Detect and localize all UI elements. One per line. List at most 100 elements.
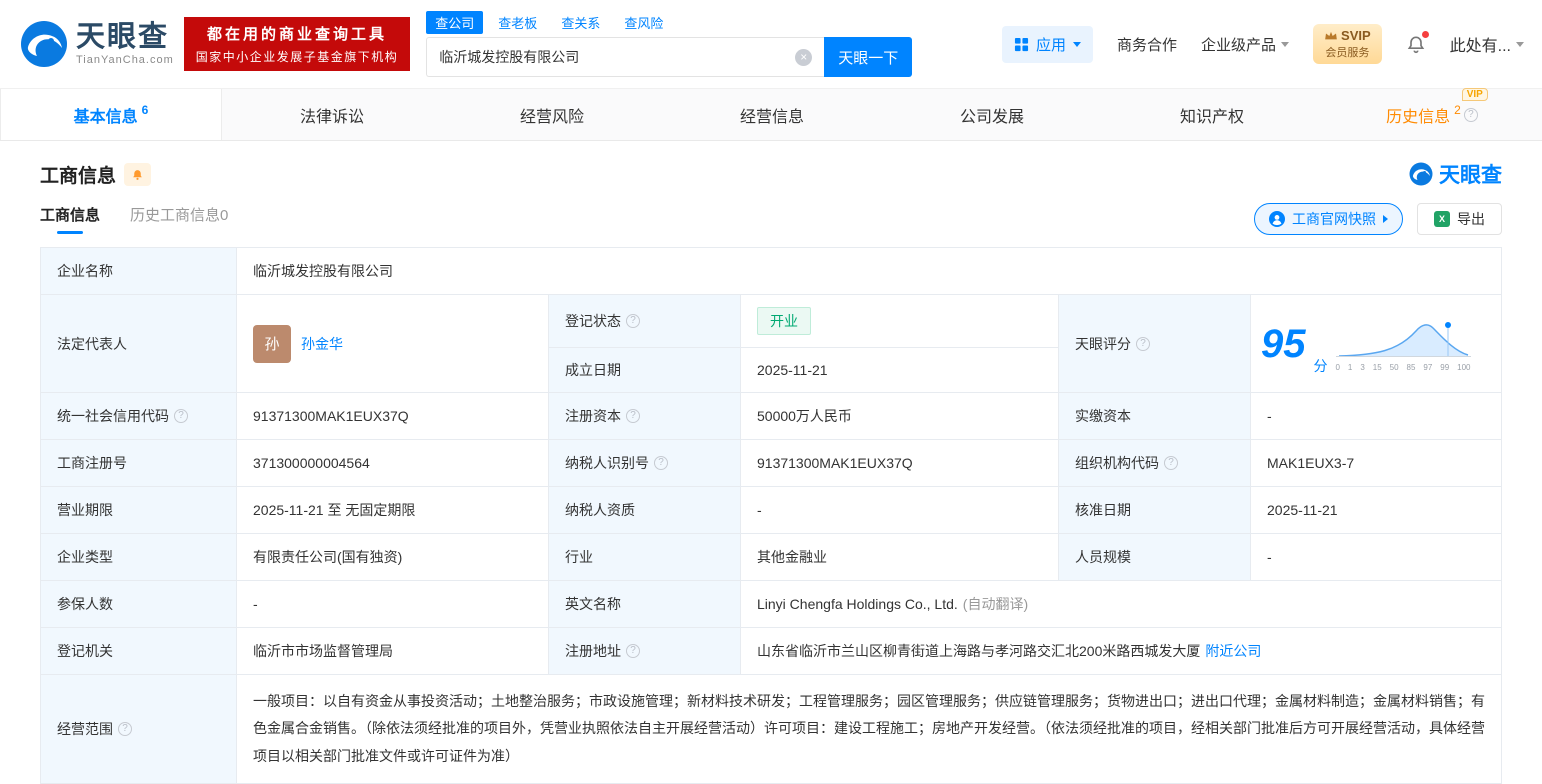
tab-history-info[interactable]: 历史信息 2 ? VIP <box>1322 87 1542 140</box>
tianyancha-logo-icon <box>1409 162 1433 186</box>
est-date-label: 成立日期 <box>549 348 741 392</box>
subtab-history-business-info[interactable]: 历史工商信息0 <box>130 204 228 234</box>
business-info-table: 企业名称 临沂城发控股有限公司 法定代表人 孙 孙金华 登记状态 ? 开业 成立… <box>40 247 1502 784</box>
table-row: 登记机关 临沂市市场监督管理局 注册地址 ? 山东省临沂市兰山区柳青街道上海路与… <box>41 628 1501 675</box>
tab-basic-info[interactable]: 基本信息 6 <box>0 89 222 140</box>
english-name-value: Linyi Chengfa Holdings Co., Ltd. (自动翻译) <box>741 581 1501 627</box>
search-tab-company[interactable]: 查公司 <box>426 11 484 34</box>
help-icon[interactable]: ? <box>626 314 640 328</box>
tianyancha-logo[interactable]: 天眼查 TianYanCha.com <box>20 20 174 68</box>
subtab-business-info[interactable]: 工商信息 <box>40 204 100 234</box>
table-row: 登记状态 ? 开业 <box>549 295 1058 348</box>
tab-label: 知识产权 <box>1179 108 1244 126</box>
reg-authority-label: 登记机关 <box>41 628 237 674</box>
taxpayer-qualification-value: - <box>741 487 1059 533</box>
brand-name: 天眼查 <box>76 21 170 53</box>
search-tab-relation[interactable]: 查关系 <box>552 11 609 34</box>
tab-label: 法律诉讼 <box>299 108 364 126</box>
notifications-bell[interactable] <box>1406 31 1429 54</box>
tab-label: 历史信息 <box>1386 108 1451 126</box>
legal-rep-value: 孙 孙金华 <box>237 295 549 392</box>
watermark-logo: 天眼查 <box>1409 159 1502 189</box>
tab-label: 经营风险 <box>519 108 584 126</box>
company-type-label: 企业类型 <box>41 534 237 580</box>
table-row: 企业类型 有限责任公司(国有独资) 行业 其他金融业 人员规模 - <box>41 534 1501 581</box>
reg-status-label-text: 登记状态 <box>565 313 621 329</box>
chevron-down-icon <box>1516 41 1524 47</box>
section-header: 工商信息 天眼查 <box>0 141 1542 199</box>
org-code-label-text: 组织机构代码 <box>1075 455 1159 471</box>
search-tab-boss[interactable]: 查老板 <box>489 11 546 34</box>
help-icon[interactable]: ? <box>626 409 640 423</box>
tab-company-development[interactable]: 公司发展 <box>882 89 1102 140</box>
nav-enterprise-label: 企业级产品 <box>1201 36 1277 54</box>
status-date-column: 登记状态 ? 开业 成立日期 2025-11-21 <box>549 295 1059 392</box>
reg-capital-label-text: 注册资本 <box>565 408 621 424</box>
address-label: 注册地址 ? <box>549 628 741 674</box>
chart-tick: 50 <box>1389 363 1399 372</box>
reg-status-value: 开业 <box>741 295 1058 347</box>
chart-tick: 3 <box>1360 363 1365 372</box>
staff-size-label: 人员规模 <box>1059 534 1251 580</box>
approval-date-value: 2025-11-21 <box>1267 502 1338 518</box>
auto-translate-note: (自动翻译) <box>962 596 1029 612</box>
approval-date-label: 核准日期 <box>1059 487 1251 533</box>
nav-enterprise[interactable]: 企业级产品 <box>1201 34 1290 55</box>
tab-operating-risk[interactable]: 经营风险 <box>442 89 662 140</box>
promo-line-2: 国家中小企业发展子基金旗下机构 <box>195 50 399 64</box>
legal-rep-label: 法定代表人 <box>41 295 237 392</box>
company-name-label: 企业名称 <box>41 248 237 294</box>
status-badge: 开业 <box>757 307 811 335</box>
help-icon[interactable]: ? <box>118 721 132 736</box>
help-icon[interactable]: ? <box>1164 456 1178 470</box>
top-bar: 天眼查 TianYanCha.com 都在用的商业查询工具 国家中小企业发展子基… <box>0 0 1542 88</box>
watermark-text: 天眼查 <box>1439 164 1502 187</box>
score-label: 天眼评分 ? <box>1059 295 1251 392</box>
avatar: 孙 <box>253 324 291 363</box>
score-distribution-chart: 0 1 3 15 50 85 97 99 100 <box>1335 315 1471 372</box>
export-button[interactable]: X 导出 <box>1417 203 1502 235</box>
user-menu[interactable]: 此处有... <box>1450 32 1524 56</box>
svip-sublabel: 会员服务 <box>1325 47 1370 59</box>
credit-code-value: 91371300MAK1EUX37Q <box>237 393 549 439</box>
monitor-bell-badge[interactable] <box>124 162 152 186</box>
chart-tick: 97 <box>1423 363 1433 372</box>
tab-legal-proceedings[interactable]: 法律诉讼 <box>222 89 442 140</box>
nav-cooperation[interactable]: 商务合作 <box>1117 34 1177 55</box>
help-icon[interactable]: ? <box>1136 336 1150 351</box>
apps-menu[interactable]: 应用 <box>1001 25 1093 63</box>
table-row: 法定代表人 孙 孙金华 登记状态 ? 开业 成立日期 2025-11-21 天眼… <box>41 295 1501 393</box>
tab-operating-info[interactable]: 经营信息 <box>662 89 882 140</box>
search-button[interactable]: 天眼一下 <box>824 37 913 77</box>
legal-rep-link[interactable]: 孙金华 <box>301 334 343 354</box>
staff-size-value: - <box>1267 549 1272 565</box>
reg-authority-value: 临沂市市场监督管理局 <box>237 628 549 674</box>
official-snapshot-button[interactable]: 工商官网快照 <box>1254 203 1403 235</box>
chart-tick: 15 <box>1372 363 1382 372</box>
search-tab-risk[interactable]: 查风险 <box>615 11 672 34</box>
chart-tick: 1 <box>1347 363 1353 372</box>
address-value: 山东省临沂市兰山区柳青街道上海路与孝河路交汇北200米路西城发大厦 附近公司 <box>741 628 1501 674</box>
brand-domain: TianYanCha.com <box>76 54 174 67</box>
nearby-companies-link[interactable]: 附近公司 <box>1205 641 1261 661</box>
help-icon[interactable]: ? <box>1463 107 1478 122</box>
business-term-label: 营业期限 <box>41 487 237 533</box>
search-input[interactable] <box>427 49 796 65</box>
svip-badge[interactable]: SVIP 会员服务 <box>1313 24 1382 64</box>
excel-icon: X <box>1434 211 1450 227</box>
help-icon[interactable]: ? <box>626 644 640 658</box>
export-label: 导出 <box>1457 211 1485 227</box>
tab-label: 基本信息 <box>73 108 138 126</box>
help-icon[interactable]: ? <box>654 456 668 470</box>
company-type-value: 有限责任公司(国有独资) <box>237 534 549 580</box>
credit-code-label: 统一社会信用代码 ? <box>41 393 237 439</box>
tab-intellectual-property[interactable]: 知识产权 <box>1102 89 1322 140</box>
person-icon <box>1269 211 1285 227</box>
help-icon[interactable]: ? <box>174 409 188 423</box>
clear-search-icon[interactable]: × <box>795 48 813 66</box>
english-name-label: 英文名称 <box>549 581 741 627</box>
business-scope-value: 一般项目：以自有资金从事投资活动；土地整治服务；市政设施管理；新材料技术研发；工… <box>237 675 1501 783</box>
tab-count: 6 <box>141 102 149 117</box>
subtabs-row: 工商信息 历史工商信息0 工商官网快照 X 导出 <box>0 199 1542 247</box>
tab-label: 公司发展 <box>959 108 1024 126</box>
